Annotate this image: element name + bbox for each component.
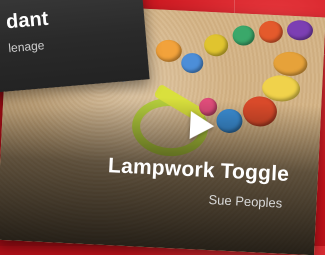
video-author: lenage [7, 38, 45, 56]
bead-image [272, 51, 308, 77]
bead-image [258, 20, 284, 44]
bead-image [155, 39, 183, 63]
bead-image [286, 19, 314, 41]
video-card-previous[interactable]: dant lenage [0, 0, 150, 94]
play-icon[interactable] [189, 111, 215, 141]
bead-image [180, 52, 204, 74]
bead-image [232, 25, 256, 47]
bead-image [203, 33, 229, 57]
video-title: dant [5, 7, 50, 34]
